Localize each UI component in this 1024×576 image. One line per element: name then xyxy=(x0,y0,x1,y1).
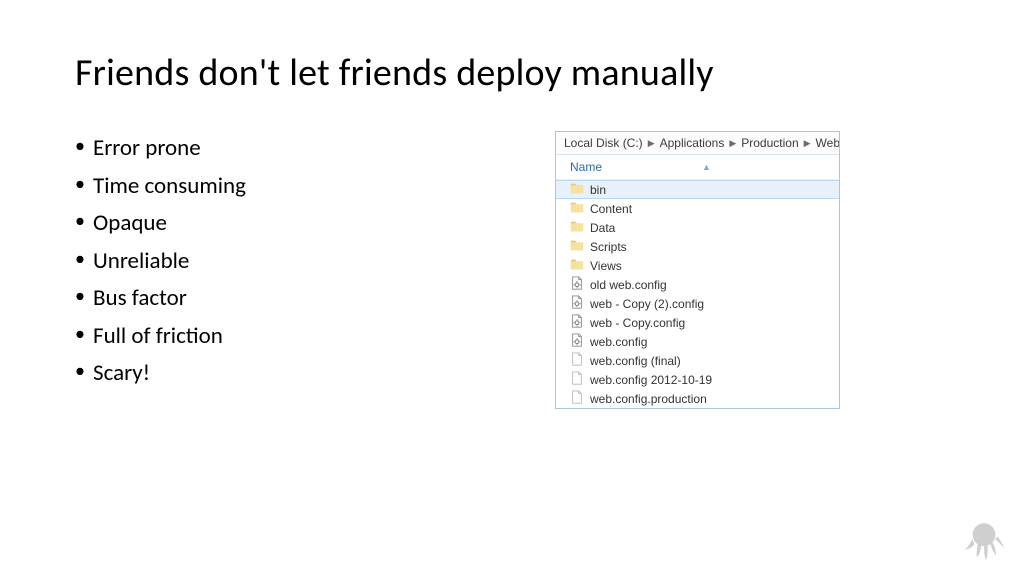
breadcrumb-segment[interactable]: Production xyxy=(741,136,798,150)
bullet-item: Full of friction xyxy=(75,319,495,354)
breadcrumb[interactable]: Local Disk (C:) ▶ Applications ▶ Product… xyxy=(556,132,839,155)
folder-icon xyxy=(570,181,584,198)
file-name: web.config (final) xyxy=(590,354,681,368)
file-name: web - Copy (2).config xyxy=(590,297,704,311)
file-list-item[interactable]: bin xyxy=(556,180,839,199)
column-header[interactable]: Name ▲ xyxy=(556,155,839,180)
file-name: old web.config xyxy=(590,278,667,292)
file-name: web.config.production xyxy=(590,392,707,406)
file-list-item[interactable]: Scripts xyxy=(556,237,839,256)
column-header-label: Name xyxy=(570,160,602,174)
file-name: Data xyxy=(590,221,615,235)
bullet-item: Time consuming xyxy=(75,169,495,204)
breadcrumb-segment[interactable]: Web xyxy=(816,136,839,150)
file-name: bin xyxy=(590,183,606,197)
file-name: Scripts xyxy=(590,240,627,254)
file-list: bin Content Data Scripts Views old web.config… xyxy=(556,180,839,408)
bullet-list: Error prone Time consuming Opaque Unreli… xyxy=(75,131,495,394)
file-list-item[interactable]: web.config.production xyxy=(556,389,839,408)
file-list-item[interactable]: Content xyxy=(556,199,839,218)
folder-icon xyxy=(570,238,584,255)
octopus-logo-icon xyxy=(962,518,1006,562)
file-name: web.config xyxy=(590,335,647,349)
folder-icon xyxy=(570,219,584,236)
file-list-item[interactable]: old web.config xyxy=(556,275,839,294)
file-list-item[interactable]: Views xyxy=(556,256,839,275)
sort-ascending-icon: ▲ xyxy=(702,162,711,172)
file-explorer: Local Disk (C:) ▶ Applications ▶ Product… xyxy=(555,131,840,409)
file-name: Content xyxy=(590,202,632,216)
content-row: Error prone Time consuming Opaque Unreli… xyxy=(75,131,954,409)
config-icon xyxy=(570,276,584,293)
file-name: Views xyxy=(590,259,622,273)
file-list-item[interactable]: web - Copy (2).config xyxy=(556,294,839,313)
file-list-item[interactable]: web.config 2012-10-19 xyxy=(556,370,839,389)
chevron-right-icon: ▶ xyxy=(648,138,655,149)
explorer-wrap: Local Disk (C:) ▶ Applications ▶ Product… xyxy=(525,131,954,409)
file-name: web.config 2012-10-19 xyxy=(590,373,712,387)
bullet-item: Bus factor xyxy=(75,281,495,316)
config-icon xyxy=(570,295,584,312)
file-name: web - Copy.config xyxy=(590,316,685,330)
folder-icon xyxy=(570,200,584,217)
file-list-item[interactable]: Data xyxy=(556,218,839,237)
file-icon xyxy=(570,371,584,388)
file-icon xyxy=(570,352,584,369)
file-icon xyxy=(570,390,584,407)
bullet-item: Scary! xyxy=(75,356,495,391)
config-icon xyxy=(570,314,584,331)
bullet-item: Unreliable xyxy=(75,244,495,279)
bullet-item: Error prone xyxy=(75,131,495,166)
folder-icon xyxy=(570,257,584,274)
chevron-right-icon: ▶ xyxy=(804,138,811,149)
slide-title: Friends don't let friends deploy manuall… xyxy=(75,50,954,96)
chevron-right-icon: ▶ xyxy=(729,138,736,149)
slide: Friends don't let friends deploy manuall… xyxy=(0,0,1024,576)
bullet-item: Opaque xyxy=(75,206,495,241)
config-icon xyxy=(570,333,584,350)
file-list-item[interactable]: web - Copy.config xyxy=(556,313,839,332)
breadcrumb-segment[interactable]: Applications xyxy=(660,136,725,150)
file-list-item[interactable]: web.config xyxy=(556,332,839,351)
file-list-item[interactable]: web.config (final) xyxy=(556,351,839,370)
breadcrumb-segment[interactable]: Local Disk (C:) xyxy=(564,136,643,150)
